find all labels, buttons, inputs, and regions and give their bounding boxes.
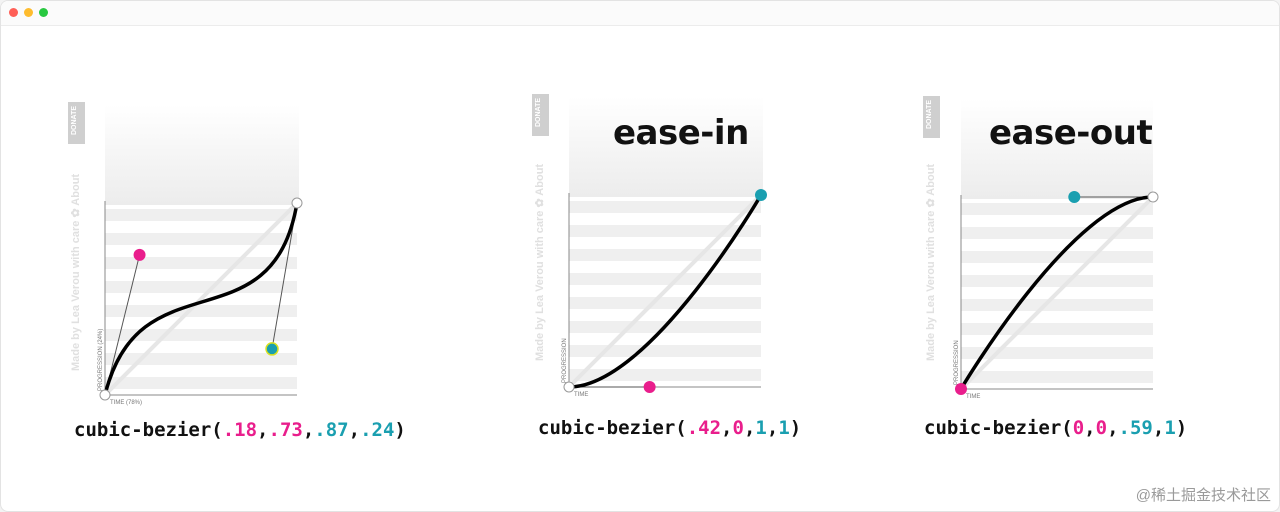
- donate-button[interactable]: DONATE: [532, 94, 549, 136]
- arg-separator: ,: [348, 419, 361, 441]
- panel-heading: ease-in: [613, 113, 749, 153]
- function-arg: .87: [314, 419, 349, 441]
- grid-stripe: [569, 201, 761, 213]
- grid-stripe: [569, 273, 761, 285]
- control-point-1-handle[interactable]: [643, 381, 656, 393]
- grid-stripe: [105, 305, 297, 317]
- function-arg: .42: [686, 417, 722, 439]
- y-axis-label: PROGRESSION: [954, 340, 960, 385]
- grid-stripe: [961, 323, 1153, 335]
- app-window: DONATE Made by Lea Verou with care ✿ Abo…: [0, 0, 1280, 512]
- timing-function-label: cubic-bezier(.42,0,1,1): [538, 417, 801, 439]
- grid-stripe: [105, 353, 297, 365]
- donate-button[interactable]: DONATE: [68, 102, 85, 144]
- grid-stripe: [569, 345, 761, 357]
- grid-stripe: [105, 377, 297, 389]
- function-arg: 0: [1072, 417, 1085, 439]
- control-point-1-handle[interactable]: [133, 248, 146, 261]
- control-point-1-handle[interactable]: [955, 383, 967, 395]
- bezier-graph: PROGRESSION TIME: [954, 191, 1159, 400]
- end-point: [291, 197, 303, 209]
- function-arg: 0: [732, 417, 744, 439]
- y-axis-label: PROGRESSION (24%): [98, 329, 104, 391]
- control-point-2-handle[interactable]: [1068, 191, 1081, 203]
- arg-separator: ,: [302, 419, 315, 441]
- donate-button[interactable]: DONATE: [923, 96, 940, 138]
- timing-function-label: cubic-bezier(.18,.73,.87,.24): [74, 419, 406, 441]
- function-arg: .18: [222, 419, 258, 441]
- x-axis-label: TIME: [966, 394, 980, 400]
- function-arg: 1: [1164, 417, 1176, 439]
- arg-separator: ,: [766, 417, 779, 439]
- arg-separator: ,: [743, 417, 756, 439]
- watermark-text: @稀土掘金技术社区: [1135, 487, 1271, 504]
- title-bar: [1, 1, 1279, 26]
- function-arg: 0: [1095, 417, 1108, 439]
- timing-function-label: cubic-bezier(0,0,.59,1): [924, 417, 1187, 439]
- grid-stripe: [105, 233, 297, 245]
- start-point: [99, 389, 111, 401]
- panel-heading: ease-out: [989, 113, 1153, 153]
- linear-reference-line: [567, 193, 763, 389]
- start-point: [563, 381, 575, 393]
- y-axis-label: PROGRESSION: [562, 338, 568, 383]
- function-arg: 1: [778, 417, 790, 439]
- linear-reference-line: [103, 201, 299, 397]
- function-name: cubic-bezier(: [538, 417, 687, 439]
- grid-stripe: [105, 209, 297, 221]
- grid-stripe: [961, 227, 1153, 239]
- control-point-2-handle[interactable]: [755, 189, 767, 201]
- x-axis-label: TIME (78%): [110, 400, 142, 406]
- grid-stripe: [569, 225, 761, 237]
- zoom-button[interactable]: [39, 8, 48, 17]
- grid-stripe: [961, 347, 1153, 359]
- grid-stripe: [961, 371, 1153, 383]
- grid-stripe: [105, 281, 297, 293]
- linear-reference-line: [959, 195, 1155, 391]
- bezier-graph: PROGRESSION (24%) TIME (78%): [98, 197, 303, 406]
- x-axis-label: TIME: [574, 392, 588, 398]
- side-credit-text[interactable]: Made by Lea Verou with care ✿ About: [69, 174, 82, 371]
- minimize-button[interactable]: [24, 8, 33, 17]
- arg-separator: ,: [1084, 417, 1096, 439]
- grid-stripe: [961, 275, 1153, 287]
- grid-stripe: [961, 299, 1153, 311]
- function-close: ): [394, 419, 406, 441]
- function-arg: .73: [268, 419, 303, 441]
- bezier-graph: PROGRESSION TIME: [562, 189, 767, 398]
- grid-stripe: [569, 249, 761, 261]
- grid-stripe: [569, 297, 761, 309]
- end-point: [1147, 191, 1159, 203]
- function-close: ): [789, 417, 802, 439]
- arg-separator: ,: [1107, 417, 1119, 439]
- arg-separator: ,: [257, 419, 269, 441]
- control-point-2-handle[interactable]: [265, 342, 279, 356]
- side-credit-text[interactable]: Made by Lea Verou with care ✿ About: [533, 164, 546, 361]
- side-credit-text[interactable]: Made by Lea Verou with care ✿ About: [924, 164, 937, 361]
- arg-separator: ,: [1152, 417, 1165, 439]
- arg-separator: ,: [721, 417, 733, 439]
- function-arg: 1: [755, 417, 767, 439]
- close-button[interactable]: [9, 8, 18, 17]
- function-arg: .24: [360, 419, 395, 441]
- function-name: cubic-bezier(: [74, 419, 223, 441]
- function-close: ): [1175, 417, 1188, 439]
- function-arg: .59: [1118, 417, 1153, 439]
- function-name: cubic-bezier(: [924, 417, 1073, 439]
